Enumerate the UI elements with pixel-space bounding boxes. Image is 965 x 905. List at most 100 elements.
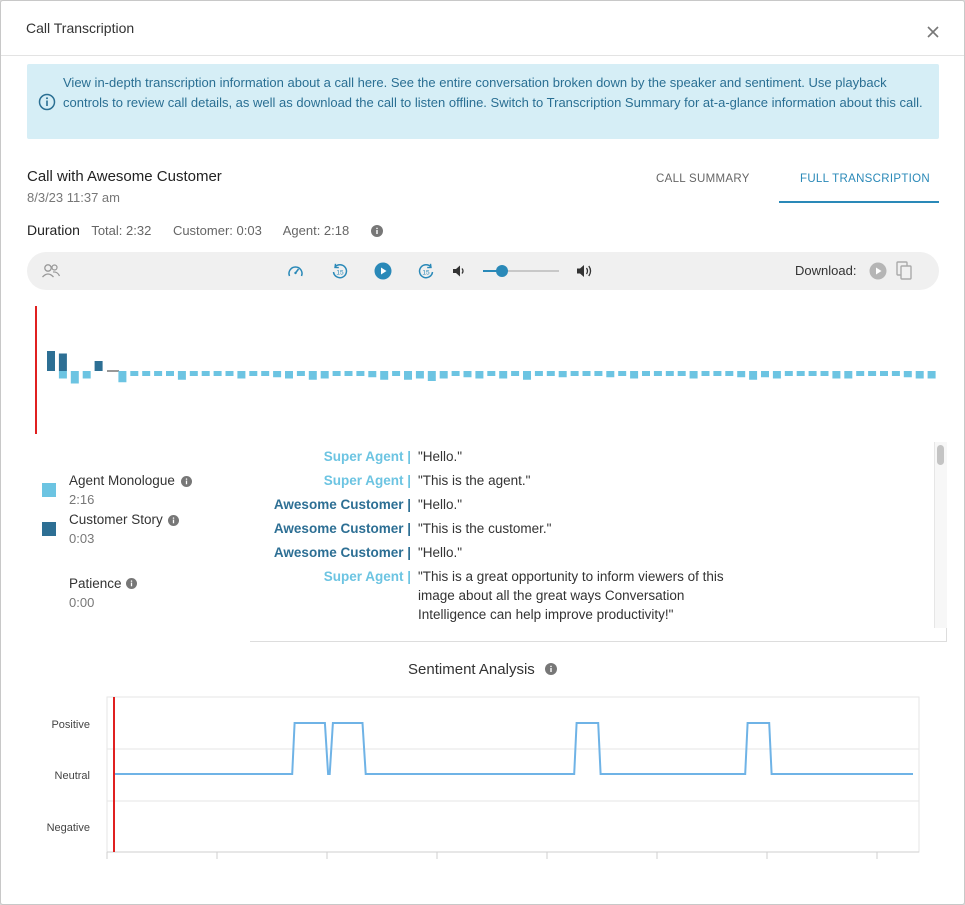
info-icon[interactable] [544,663,557,675]
agent-activity-bar [844,371,853,379]
transcript-row[interactable]: Super Agent | "This is the agent." [250,471,932,490]
svg-text:15: 15 [336,270,344,277]
sentiment-chart[interactable]: Positive Neutral Negative [27,691,939,871]
customer-activity-bar [47,351,55,371]
transcript-row[interactable]: Awesome Customer | "This is the customer.… [250,519,932,538]
svg-text:15: 15 [422,270,430,277]
transcript-speaker: Super Agent | [323,569,411,584]
agent-activity-bar [439,371,448,379]
patience-label: Patience [69,576,122,591]
transcript-row[interactable]: Awesome Customer | "Hello." [250,543,932,562]
agent-legend-value: 2:16 [69,492,95,507]
volume-low-icon[interactable] [452,264,466,278]
agent-activity-bar [82,371,91,379]
agent-activity-bar [70,371,79,384]
y-label-positive: Positive [51,719,90,731]
agent-activity-bar [903,371,912,378]
agent-activity-bar [166,371,174,376]
agent-legend-label: Agent Monologue [69,473,175,488]
agent-activity-bar [618,371,627,376]
call-transcription-modal: Call Transcription View in-depth transcr… [0,0,965,905]
speaker-waveform-chart[interactable] [27,301,939,441]
info-icon[interactable] [126,578,137,589]
agent-activity-bar [225,371,234,376]
play-icon[interactable] [374,262,392,280]
transcript-panel[interactable]: Super Agent | "Hello." Super Agent | "This … [250,442,947,642]
rewind-15-icon[interactable]: 15 [331,262,349,280]
tab-full-transcription[interactable]: FULL TRANSCRIPTION [800,173,930,185]
agent-activity-bar [642,371,650,376]
volume-high-icon[interactable] [576,263,594,279]
playback-speed-icon[interactable] [287,263,304,280]
agent-activity-bar [118,371,127,383]
agent-activity-bar [677,371,686,376]
speakers-icon[interactable] [41,262,61,280]
agent-activity-bar [320,371,329,379]
agent-activity-bar [713,371,722,376]
agent-activity-bar [213,371,222,376]
transcript-row[interactable]: Super Agent | "This is a great opportunit… [250,567,932,624]
close-icon[interactable] [923,22,943,42]
agent-activity-bar [273,371,282,378]
scrollbar-thumb[interactable] [937,445,944,465]
transcript-text: "Hello." [418,545,463,560]
agent-activity-bar [427,371,436,381]
tab-call-summary[interactable]: CALL SUMMARY [656,173,750,185]
volume-slider-thumb[interactable] [496,265,508,277]
transcript-speaker: Awesome Customer | [273,545,411,560]
download-play-icon[interactable] [869,262,887,280]
y-label-negative: Negative [47,822,90,834]
agent-activity-bar [511,371,520,376]
info-icon [38,93,56,111]
transcript-row[interactable]: Super Agent | "Hello." [250,447,932,466]
agent-activity-bar [368,371,377,378]
agent-activity-bar [880,371,888,376]
sentiment-title-row: Sentiment Analysis [1,661,964,678]
agent-activity-bar [475,371,484,379]
info-icon[interactable] [370,225,383,237]
agent-activity-bar [832,371,841,379]
agent-activity-bar [237,371,246,379]
info-icon[interactable] [181,476,192,487]
speaker-legend: Agent Monologue 2:16 Customer Story 0:03… [41,471,241,621]
volume-slider-track[interactable] [483,270,559,272]
agent-activity-bar [606,371,615,378]
info-icon[interactable] [168,515,179,526]
agent-activity-bar [154,371,163,376]
agent-activity-bar [189,371,198,376]
agent-activity-bar [344,371,353,376]
info-banner: View in-depth transcription information … [27,64,939,139]
duration-total: Total: 2:32 [91,223,152,238]
agent-activity-bar [749,371,758,380]
agent-activity-bar [653,371,662,376]
download-file-icon[interactable] [896,261,913,281]
agent-activity-bar [725,371,734,376]
agent-activity-bar [796,371,805,376]
agent-activity-bar [784,371,793,376]
duration-agent: Agent: 2:18 [282,223,350,238]
agent-activity-bar [392,371,401,376]
agent-activity-bar [772,371,781,379]
transcript-text: "This is the customer." [418,521,552,536]
call-title: Call with Awesome Customer [27,168,222,185]
transcript-row[interactable]: Awesome Customer | "Hello." [250,495,932,514]
transcript-speaker: Super Agent | [323,449,411,464]
agent-activity-bar [534,371,543,376]
agent-activity-bar [856,371,865,376]
duration-row: Duration Total: 2:32 Customer: 0:03 Agen… [27,222,383,242]
agent-activity-bar [630,371,639,379]
transcript-text: "Hello." [418,497,463,512]
agent-activity-bar [808,371,817,376]
duration-customer: Customer: 0:03 [172,223,262,238]
forward-15-icon[interactable]: 15 [417,262,435,280]
agent-activity-bar [499,371,508,379]
agent-activity-bar [404,371,412,380]
agent-activity-bar [582,371,591,376]
download-label: Download: [795,263,857,278]
agent-activity-bar [523,371,531,380]
agent-activity-bar [868,371,877,376]
agent-activity-bar [689,371,698,379]
transcript-scrollbar[interactable] [934,442,947,628]
playback-controls: 15 15 Download: [27,252,939,290]
agent-activity-bar [285,371,293,379]
